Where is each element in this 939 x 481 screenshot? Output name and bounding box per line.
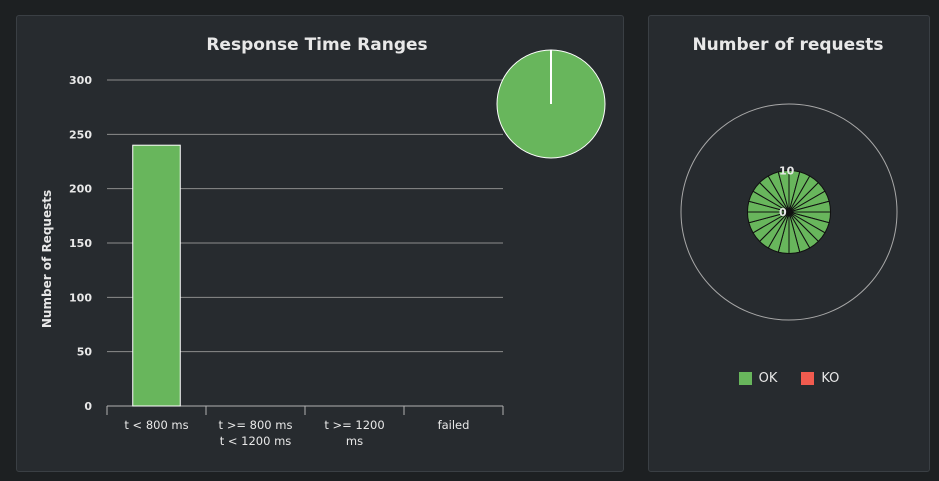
y-tick-label: 0 bbox=[84, 400, 92, 413]
response-time-ranges-panel: Response Time Ranges Number of Requests … bbox=[16, 15, 624, 472]
legend-label-ko: KO bbox=[821, 371, 840, 386]
legend-swatch-ok bbox=[738, 372, 752, 385]
y-tick-label: 150 bbox=[69, 237, 92, 250]
x-tick-label-line: t >= 800 ms bbox=[219, 418, 293, 432]
radial-tick-label: 10 bbox=[779, 164, 795, 177]
x-tick-label-line: t >= 1200 bbox=[324, 418, 384, 432]
x-tick-label: t >= 800 ms t < 1200 ms bbox=[219, 418, 293, 448]
legend-item-ko[interactable]: KO bbox=[801, 371, 839, 386]
x-tick-label-line: ms bbox=[346, 434, 363, 448]
bar-0 bbox=[132, 144, 181, 407]
y-tick-label: 250 bbox=[69, 128, 92, 141]
x-tick-label-line: failed bbox=[438, 418, 470, 432]
x-tick-label: t >= 1200 ms bbox=[324, 418, 384, 448]
number-of-requests-chart: Number of requests 0 10 bbox=[680, 35, 898, 321]
y-axis-label: Number of Requests bbox=[40, 190, 54, 328]
bars bbox=[132, 144, 181, 407]
x-axis-ticks: t < 800 ms t >= 800 ms t < 1200 ms t >= 120… bbox=[106, 406, 504, 448]
chart-title: Number of requests bbox=[692, 35, 883, 55]
response-time-ranges-chart: Response Time Ranges Number of Requests … bbox=[40, 35, 606, 448]
x-tick-label-line: t < 800 ms bbox=[124, 418, 188, 432]
legend-label-ok: OK bbox=[758, 371, 778, 386]
radial-tick-label: 0 bbox=[779, 206, 787, 219]
x-tick-label: failed bbox=[438, 418, 470, 432]
x-tick-label-line: t < 1200 ms bbox=[220, 434, 292, 448]
number-of-requests-panel: Number of requests 0 10 OK KO bbox=[648, 15, 930, 472]
y-tick-label: 300 bbox=[69, 74, 92, 87]
y-axis-ticks: 0 50 100 150 200 250 300 bbox=[69, 74, 92, 413]
legend: OK KO bbox=[649, 371, 929, 386]
chart-title: Response Time Ranges bbox=[206, 35, 427, 55]
polar-plot: 0 10 bbox=[680, 103, 898, 321]
legend-item-ok[interactable]: OK bbox=[738, 371, 778, 386]
x-tick-label: t < 800 ms bbox=[124, 418, 188, 432]
y-tick-label: 200 bbox=[69, 183, 92, 196]
legend-swatch-ko bbox=[801, 372, 815, 385]
y-tick-label: 50 bbox=[77, 346, 93, 359]
inset-pie-chart bbox=[496, 49, 606, 159]
y-tick-label: 100 bbox=[69, 291, 92, 304]
